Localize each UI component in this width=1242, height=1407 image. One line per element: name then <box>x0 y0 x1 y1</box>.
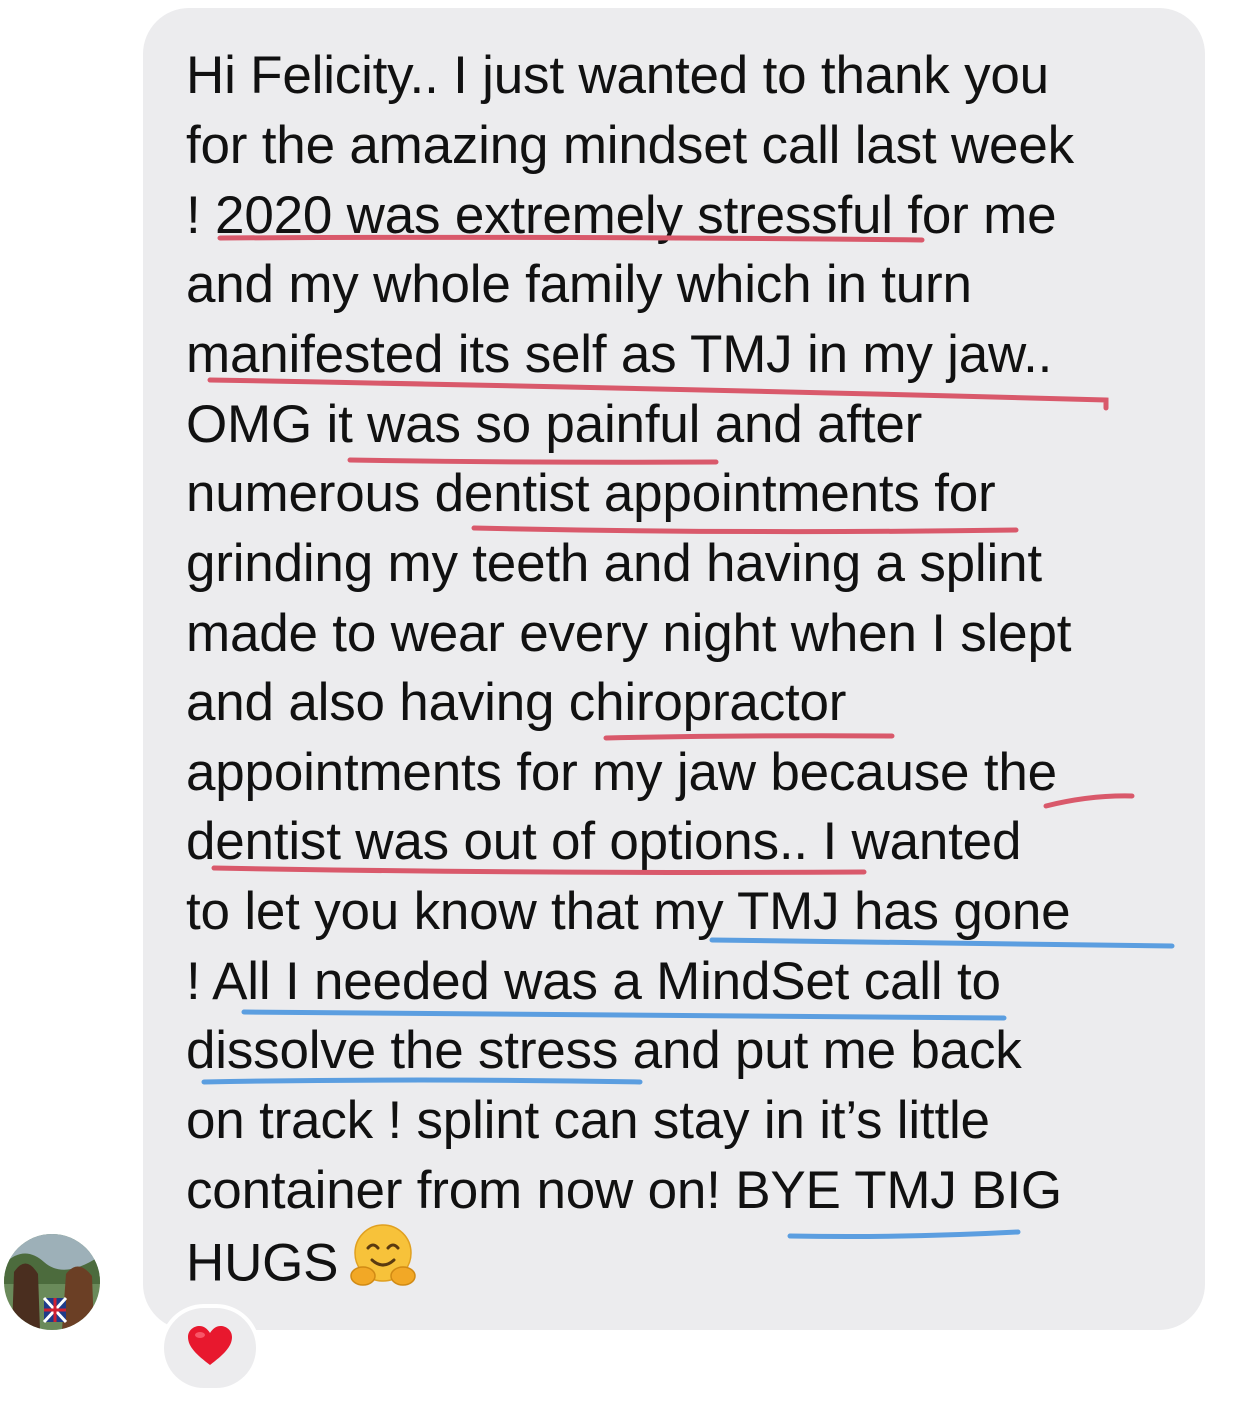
hugging-face-icon <box>348 1220 418 1305</box>
message-line: made to wear every night when I slept <box>186 604 1072 663</box>
message-line: dentist was out of options.. I wanted <box>186 812 1022 871</box>
message-line: ! All I needed was a MindSet call to <box>186 952 1001 1011</box>
message-line: OMG it was so painful and after <box>186 395 923 454</box>
message-line: and my whole family which in turn <box>186 255 972 314</box>
message-line: ! 2020 was extremely stressful for me <box>186 186 1057 245</box>
message-line: to let you know that my TMJ has gone <box>186 882 1071 941</box>
message-line: dissolve the stress and put me back <box>186 1021 1022 1080</box>
message-line: grinding my teeth and having a splint <box>186 534 1042 593</box>
sender-avatar[interactable] <box>4 1234 100 1330</box>
message-line-text: HUGS <box>186 1233 339 1293</box>
message-line: manifested its self as TMJ in my jaw.. <box>186 325 1053 384</box>
red-heart-icon <box>187 1325 233 1372</box>
reaction-badge[interactable] <box>160 1304 260 1392</box>
message-line: numerous dentist appointments for <box>186 464 996 523</box>
message-line-last: HUGS <box>186 1224 418 1305</box>
message-line: appointments for my jaw because the <box>186 743 1057 802</box>
message-line: and also having chiropractor <box>186 673 847 732</box>
message-line: on track ! splint can stay in it’s littl… <box>186 1091 990 1150</box>
message-line: Hi Felicity.. I just wanted to thank you <box>186 46 1049 105</box>
message-line: container from now on! BYE TMJ BIG <box>186 1161 1062 1220</box>
message-line: for the amazing mindset call last week <box>186 116 1074 175</box>
